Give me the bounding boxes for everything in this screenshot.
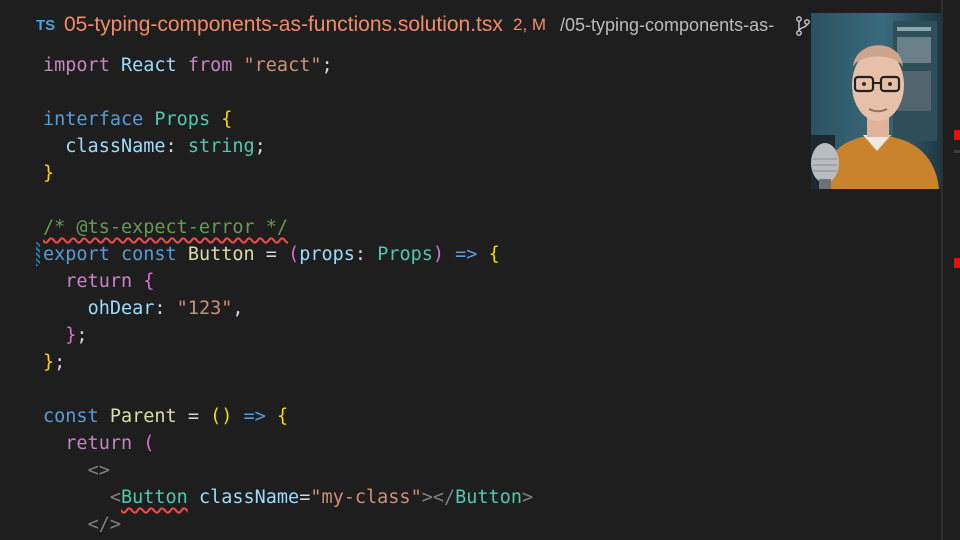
code-line-10: ohDear: "123",	[87, 298, 244, 319]
modified-lines-gutter-indicator	[36, 242, 40, 266]
code-line-9: return {	[65, 271, 155, 292]
code-line-7-comment: /* @ts-expect-error */	[43, 214, 288, 241]
button-component-error: Button	[120, 487, 188, 508]
ts-expect-error-comment: /* @ts-expect-error */	[43, 217, 289, 238]
code-line-12: };	[43, 352, 66, 373]
code-line-5: }	[43, 163, 55, 184]
code-line-15: return (	[65, 433, 155, 454]
code-line-14: const Parent = () => {	[43, 406, 289, 427]
code-line-18: </>	[87, 514, 121, 535]
code-line-17: <Button className="my-class"></Button>	[109, 487, 534, 508]
code-line-8: export const Button = (props: Props) => …	[43, 244, 500, 265]
code-line-11: };	[65, 325, 88, 346]
code-line-3: interface Props {	[43, 109, 233, 130]
code-line-4: className: string;	[65, 136, 266, 157]
code-line-1: import React from "react";	[43, 55, 333, 76]
code-line-16: <>	[87, 460, 110, 481]
